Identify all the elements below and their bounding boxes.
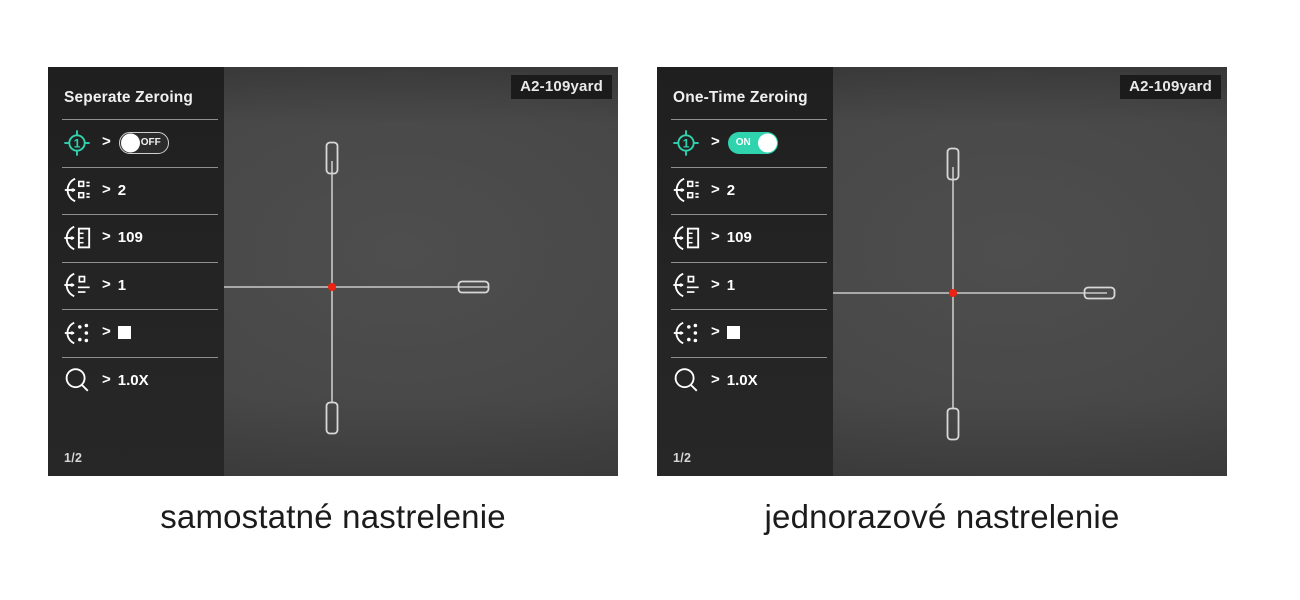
range-badge: A2-109yard xyxy=(1120,75,1221,99)
zeroing-distance-icon xyxy=(64,225,91,250)
zeroing-reticle-type-icon xyxy=(64,321,89,344)
menu-row-zeroing-distance[interactable]: > 109 xyxy=(657,214,833,262)
menu-title: One-Time Zeroing xyxy=(673,89,808,106)
zeroing-target-1-icon: 1 xyxy=(673,130,699,156)
row-value-magnification: 1.0X xyxy=(117,371,149,389)
menu-row-zeroing-profile[interactable]: > 2 xyxy=(48,166,224,215)
row-chevron: > xyxy=(102,275,111,293)
menu-row-reticle-type[interactable]: > xyxy=(657,309,833,357)
toggle-label: ON xyxy=(735,136,751,148)
magnifier-icon xyxy=(65,368,89,392)
row-chevron: > xyxy=(102,370,111,388)
menu-row-zeroing-freeze[interactable]: > 1 xyxy=(48,261,224,310)
figure-caption-one-time: jednorazové nastrelenie xyxy=(764,498,1120,535)
zeroing-freeze-icon xyxy=(64,273,90,298)
svg-text:1: 1 xyxy=(683,136,690,150)
menu-list: 1 > OFF > 2 > 109 > 1 > > 1.0X xyxy=(48,119,224,404)
row-value-freeze: 1 xyxy=(726,276,736,294)
toggle-label: OFF xyxy=(140,136,161,148)
menu-row-zeroing-freeze[interactable]: > 1 xyxy=(657,261,833,310)
row-value-magnification: 1.0X xyxy=(726,371,758,389)
row-value-profile: 2 xyxy=(117,181,127,199)
menu-list: 1 > ON > 2 > 109 > 1 > > 1.0X xyxy=(657,119,833,404)
toggle-knob xyxy=(757,133,777,153)
zeroing-profile-list-icon xyxy=(64,178,90,203)
menu-row-magnification[interactable]: > 1.0X xyxy=(657,356,833,405)
row-value-distance: 109 xyxy=(726,229,752,247)
zeroing-distance-icon xyxy=(673,225,700,250)
magnifier-icon xyxy=(674,368,698,392)
menu-row-magnification[interactable]: > 1.0X xyxy=(48,356,224,405)
reticle-center-dot xyxy=(328,283,336,291)
row-chevron: > xyxy=(711,275,720,293)
svg-text:1: 1 xyxy=(74,136,81,150)
zeroing-toggle-switch[interactable]: ON xyxy=(727,131,778,154)
zeroing-menu-panel: Seperate Zeroing 1 > OFF > 2 > 109 > 1 >… xyxy=(48,67,224,476)
zeroing-toggle-switch[interactable]: OFF xyxy=(118,131,169,154)
row-chevron: > xyxy=(711,180,720,198)
figure-one-time-zeroing: A2-109yard One-Time Zeroing 1 > ON > 2 >… xyxy=(657,67,1227,536)
row-chevron: > xyxy=(102,323,111,341)
row-chevron: > xyxy=(711,228,720,246)
zeroing-profile-list-icon xyxy=(673,178,699,203)
row-chevron: > xyxy=(102,133,111,151)
page-indicator: 1/2 xyxy=(64,451,83,465)
menu-row-zeroing-toggle[interactable]: 1 > OFF xyxy=(48,119,224,167)
row-chevron: > xyxy=(711,323,720,341)
screenshot-root: A2-109yard Seperate Zeroing 1 > OFF > 2 … xyxy=(0,0,1300,600)
row-chevron: > xyxy=(102,180,111,198)
reticle-color-swatch[interactable] xyxy=(726,326,740,340)
figure-separate-zeroing: A2-109yard Seperate Zeroing 1 > OFF > 2 … xyxy=(48,67,618,536)
menu-title: Seperate Zeroing xyxy=(64,89,194,106)
zeroing-freeze-icon xyxy=(673,273,699,298)
device-screen-separate-zeroing: A2-109yard Seperate Zeroing 1 > OFF > 2 … xyxy=(48,67,618,476)
zeroing-target-1-icon: 1 xyxy=(64,130,90,156)
zeroing-menu-panel: One-Time Zeroing 1 > ON > 2 > 109 > 1 > … xyxy=(657,67,833,476)
menu-row-zeroing-distance[interactable]: > 109 xyxy=(48,214,224,262)
row-value-freeze: 1 xyxy=(117,276,127,294)
page-indicator: 1/2 xyxy=(673,451,692,465)
reticle-color-swatch[interactable] xyxy=(117,326,131,340)
menu-row-reticle-type[interactable]: > xyxy=(48,309,224,357)
row-value-profile: 2 xyxy=(726,181,736,199)
menu-row-zeroing-profile[interactable]: > 2 xyxy=(657,166,833,215)
device-screen-one-time-zeroing: A2-109yard One-Time Zeroing 1 > ON > 2 >… xyxy=(657,67,1227,476)
figure-caption-separate: samostatné nastrelenie xyxy=(160,498,506,535)
range-badge: A2-109yard xyxy=(511,75,612,99)
row-chevron: > xyxy=(711,133,720,151)
zeroing-reticle-type-icon xyxy=(673,321,698,344)
reticle-center-dot xyxy=(949,289,957,297)
row-value-distance: 109 xyxy=(117,229,143,247)
toggle-knob xyxy=(120,133,140,153)
row-chevron: > xyxy=(711,370,720,388)
menu-row-zeroing-toggle[interactable]: 1 > ON xyxy=(657,119,833,167)
row-chevron: > xyxy=(102,228,111,246)
